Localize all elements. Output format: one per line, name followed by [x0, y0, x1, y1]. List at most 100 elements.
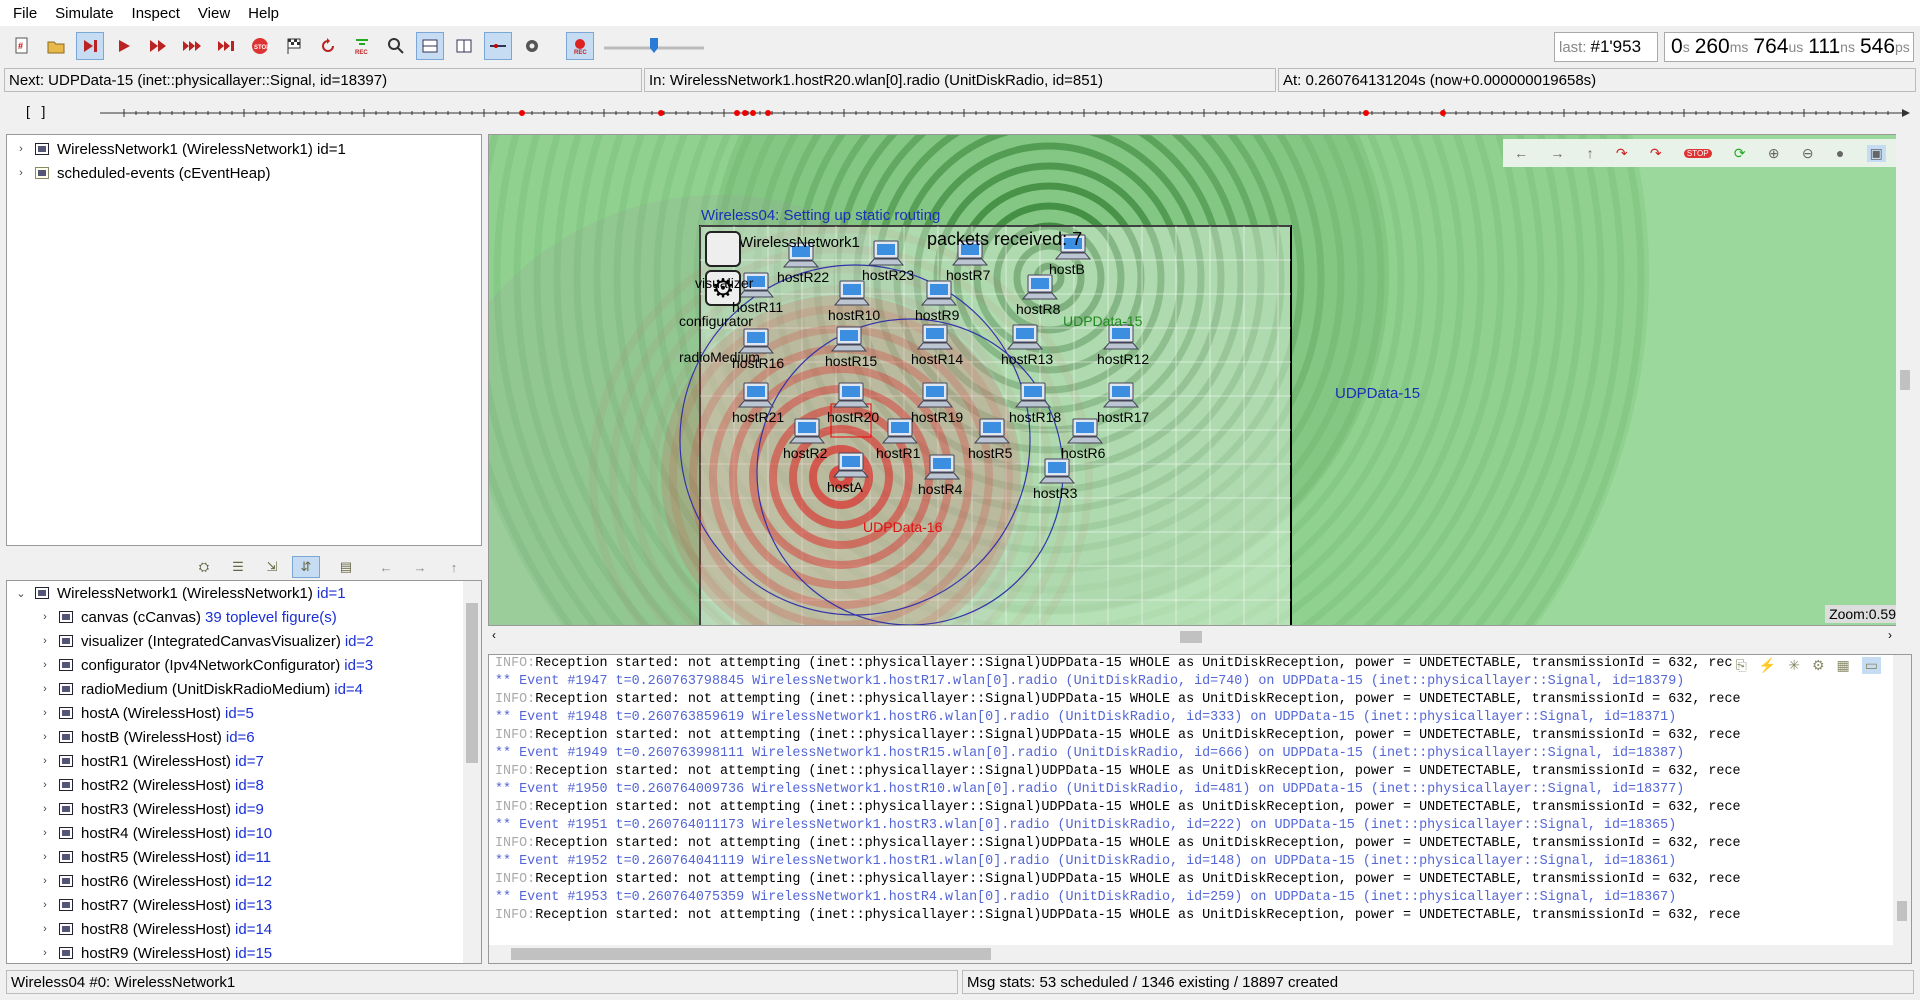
- chevron-right-icon[interactable]: ›: [37, 635, 53, 647]
- log-vscrollbar[interactable]: [1893, 655, 1911, 963]
- host-laptop-icon[interactable]: [833, 280, 871, 306]
- tree-item[interactable]: › hostR9 (WirelessHost) id=15: [7, 941, 481, 963]
- host-laptop-icon[interactable]: [788, 418, 826, 444]
- tree-item-network[interactable]: › WirelessNetwork1 (WirelessNetwork1) id=…: [7, 137, 481, 161]
- host-laptop-icon[interactable]: [830, 326, 868, 352]
- host-laptop-icon[interactable]: [1038, 458, 1076, 484]
- inspect-icon[interactable]: ▣: [1866, 144, 1886, 162]
- tree-item[interactable]: › hostR1 (WirelessHost) id=7: [7, 749, 481, 773]
- zoom-in-icon[interactable]: ⊕: [1768, 145, 1780, 162]
- host-laptop-icon[interactable]: [832, 382, 870, 408]
- event-log[interactable]: INFO:Reception started: not attempting (…: [488, 654, 1912, 964]
- chevron-right-icon[interactable]: ›: [37, 707, 53, 719]
- tree-item-scheduled-events[interactable]: › scheduled-events (cEventHeap): [7, 161, 481, 185]
- record-video-button[interactable]: REC: [566, 32, 594, 60]
- tree-root-item[interactable]: ⌄ WirelessNetwork1 (WirelessNetwork1) id=1: [7, 581, 481, 605]
- scrollbar-thumb[interactable]: [1900, 370, 1910, 390]
- event-timeline[interactable]: [ ]: [0, 98, 1920, 128]
- host-laptop-icon[interactable]: [973, 418, 1011, 444]
- log-mode-icon[interactable]: ▭: [1861, 657, 1881, 674]
- tree-item[interactable]: › hostR5 (WirelessHost) id=11: [7, 845, 481, 869]
- visualizer-icon[interactable]: [705, 231, 741, 267]
- object-tree-scrollbar[interactable]: [463, 581, 481, 963]
- new-run-button[interactable]: #: [8, 32, 36, 60]
- host-laptop-icon[interactable]: [1006, 324, 1044, 350]
- record-button[interactable]: REC: [348, 32, 376, 60]
- scroll-right-icon[interactable]: ›: [1888, 628, 1892, 642]
- tree-item[interactable]: › canvas (cCanvas) 39 toplevel figure(s): [7, 605, 481, 629]
- chevron-right-icon[interactable]: ›: [37, 803, 53, 815]
- circle-icon[interactable]: ●: [1836, 145, 1844, 161]
- until-button[interactable]: [212, 32, 240, 60]
- menu-simulate[interactable]: Simulate: [46, 5, 122, 22]
- load-button[interactable]: [42, 32, 70, 60]
- chevron-right-icon[interactable]: ›: [37, 947, 53, 959]
- express-button[interactable]: [178, 32, 206, 60]
- up-arrow-icon[interactable]: ↑: [1587, 145, 1594, 161]
- log-hscrollbar[interactable]: [489, 945, 1895, 963]
- group-icon[interactable]: ⛭: [190, 556, 218, 578]
- chevron-right-icon[interactable]: ›: [37, 851, 53, 863]
- menu-inspect[interactable]: Inspect: [123, 5, 189, 22]
- scrollbar-thumb[interactable]: [466, 603, 478, 763]
- layout-vertical-button[interactable]: [450, 32, 478, 60]
- highlight-icon[interactable]: ✳: [1788, 657, 1800, 674]
- chevron-right-icon[interactable]: ›: [37, 923, 53, 935]
- up-arrow-icon[interactable]: ↑: [440, 556, 468, 578]
- chevron-right-icon[interactable]: ›: [37, 899, 53, 911]
- chevron-right-icon[interactable]: ›: [13, 167, 29, 179]
- menu-view[interactable]: View: [189, 5, 239, 22]
- filter-icon[interactable]: ⚡: [1759, 657, 1776, 674]
- flat-icon[interactable]: ☰: [224, 556, 252, 578]
- gear-icon[interactable]: ⚙: [1812, 657, 1825, 674]
- scroll-left-icon[interactable]: ‹: [492, 628, 496, 642]
- chevron-right-icon[interactable]: ›: [37, 779, 53, 791]
- network-canvas[interactable]: Wireless04: Setting up static routing Wi…: [488, 134, 1912, 626]
- tree-item[interactable]: › hostB (WirelessHost) id=6: [7, 725, 481, 749]
- tree-item[interactable]: › configurator (Ipv4NetworkConfigurator) i…: [7, 653, 481, 677]
- chevron-right-icon[interactable]: ›: [37, 827, 53, 839]
- tree-item[interactable]: › radioMedium (UnitDiskRadioMedium) id=4: [7, 677, 481, 701]
- scrollbar-thumb[interactable]: [1180, 631, 1202, 643]
- host-laptop-icon[interactable]: [923, 454, 961, 480]
- forward-arrow-icon[interactable]: →: [1550, 145, 1564, 161]
- host-laptop-icon[interactable]: [737, 382, 775, 408]
- chevron-right-icon[interactable]: ›: [37, 731, 53, 743]
- children-icon[interactable]: ⇲: [258, 556, 286, 578]
- speed-slider[interactable]: [600, 32, 710, 60]
- stop-button[interactable]: STOP: [246, 32, 274, 60]
- tree-item[interactable]: › hostR3 (WirelessHost) id=9: [7, 797, 481, 821]
- host-laptop-icon[interactable]: [920, 280, 958, 306]
- step-button[interactable]: [76, 32, 104, 60]
- stop-icon[interactable]: STOP: [1683, 148, 1712, 158]
- host-laptop-icon[interactable]: [867, 240, 905, 266]
- chevron-right-icon[interactable]: ›: [37, 611, 53, 623]
- chevron-right-icon[interactable]: ›: [37, 683, 53, 695]
- inspect-icon[interactable]: ▤: [332, 556, 360, 578]
- step-icon[interactable]: ↷: [1616, 145, 1628, 162]
- forward-arrow-icon[interactable]: →: [406, 556, 434, 578]
- chevron-right-icon[interactable]: ›: [37, 659, 53, 671]
- host-laptop-icon[interactable]: [1021, 274, 1059, 300]
- host-laptop-icon[interactable]: [1014, 382, 1052, 408]
- layout-horizontal-button[interactable]: [416, 32, 444, 60]
- timeline-toggle-button[interactable]: [484, 32, 512, 60]
- rebuild-button[interactable]: [314, 32, 342, 60]
- fast-button[interactable]: [144, 32, 172, 60]
- settings-button[interactable]: [518, 32, 546, 60]
- tree-item[interactable]: › hostR4 (WirelessHost) id=10: [7, 821, 481, 845]
- host-laptop-icon[interactable]: [916, 324, 954, 350]
- copy-icon[interactable]: ⎘: [1736, 657, 1747, 674]
- tree-item[interactable]: › visualizer (IntegratedCanvasVisualizer)…: [7, 629, 481, 653]
- refresh-icon[interactable]: ⟳: [1734, 145, 1746, 162]
- chevron-right-icon[interactable]: ›: [37, 755, 53, 767]
- run-icon[interactable]: ↷: [1650, 145, 1662, 162]
- menu-file[interactable]: File: [4, 5, 46, 22]
- scrollbar-thumb[interactable]: [511, 948, 991, 960]
- menu-help[interactable]: Help: [239, 5, 288, 22]
- tree-item[interactable]: › hostR8 (WirelessHost) id=14: [7, 917, 481, 941]
- tree-item[interactable]: › hostR7 (WirelessHost) id=13: [7, 893, 481, 917]
- zoom-out-icon[interactable]: ⊖: [1802, 145, 1814, 162]
- host-laptop-icon[interactable]: [832, 452, 870, 478]
- find-button[interactable]: [382, 32, 410, 60]
